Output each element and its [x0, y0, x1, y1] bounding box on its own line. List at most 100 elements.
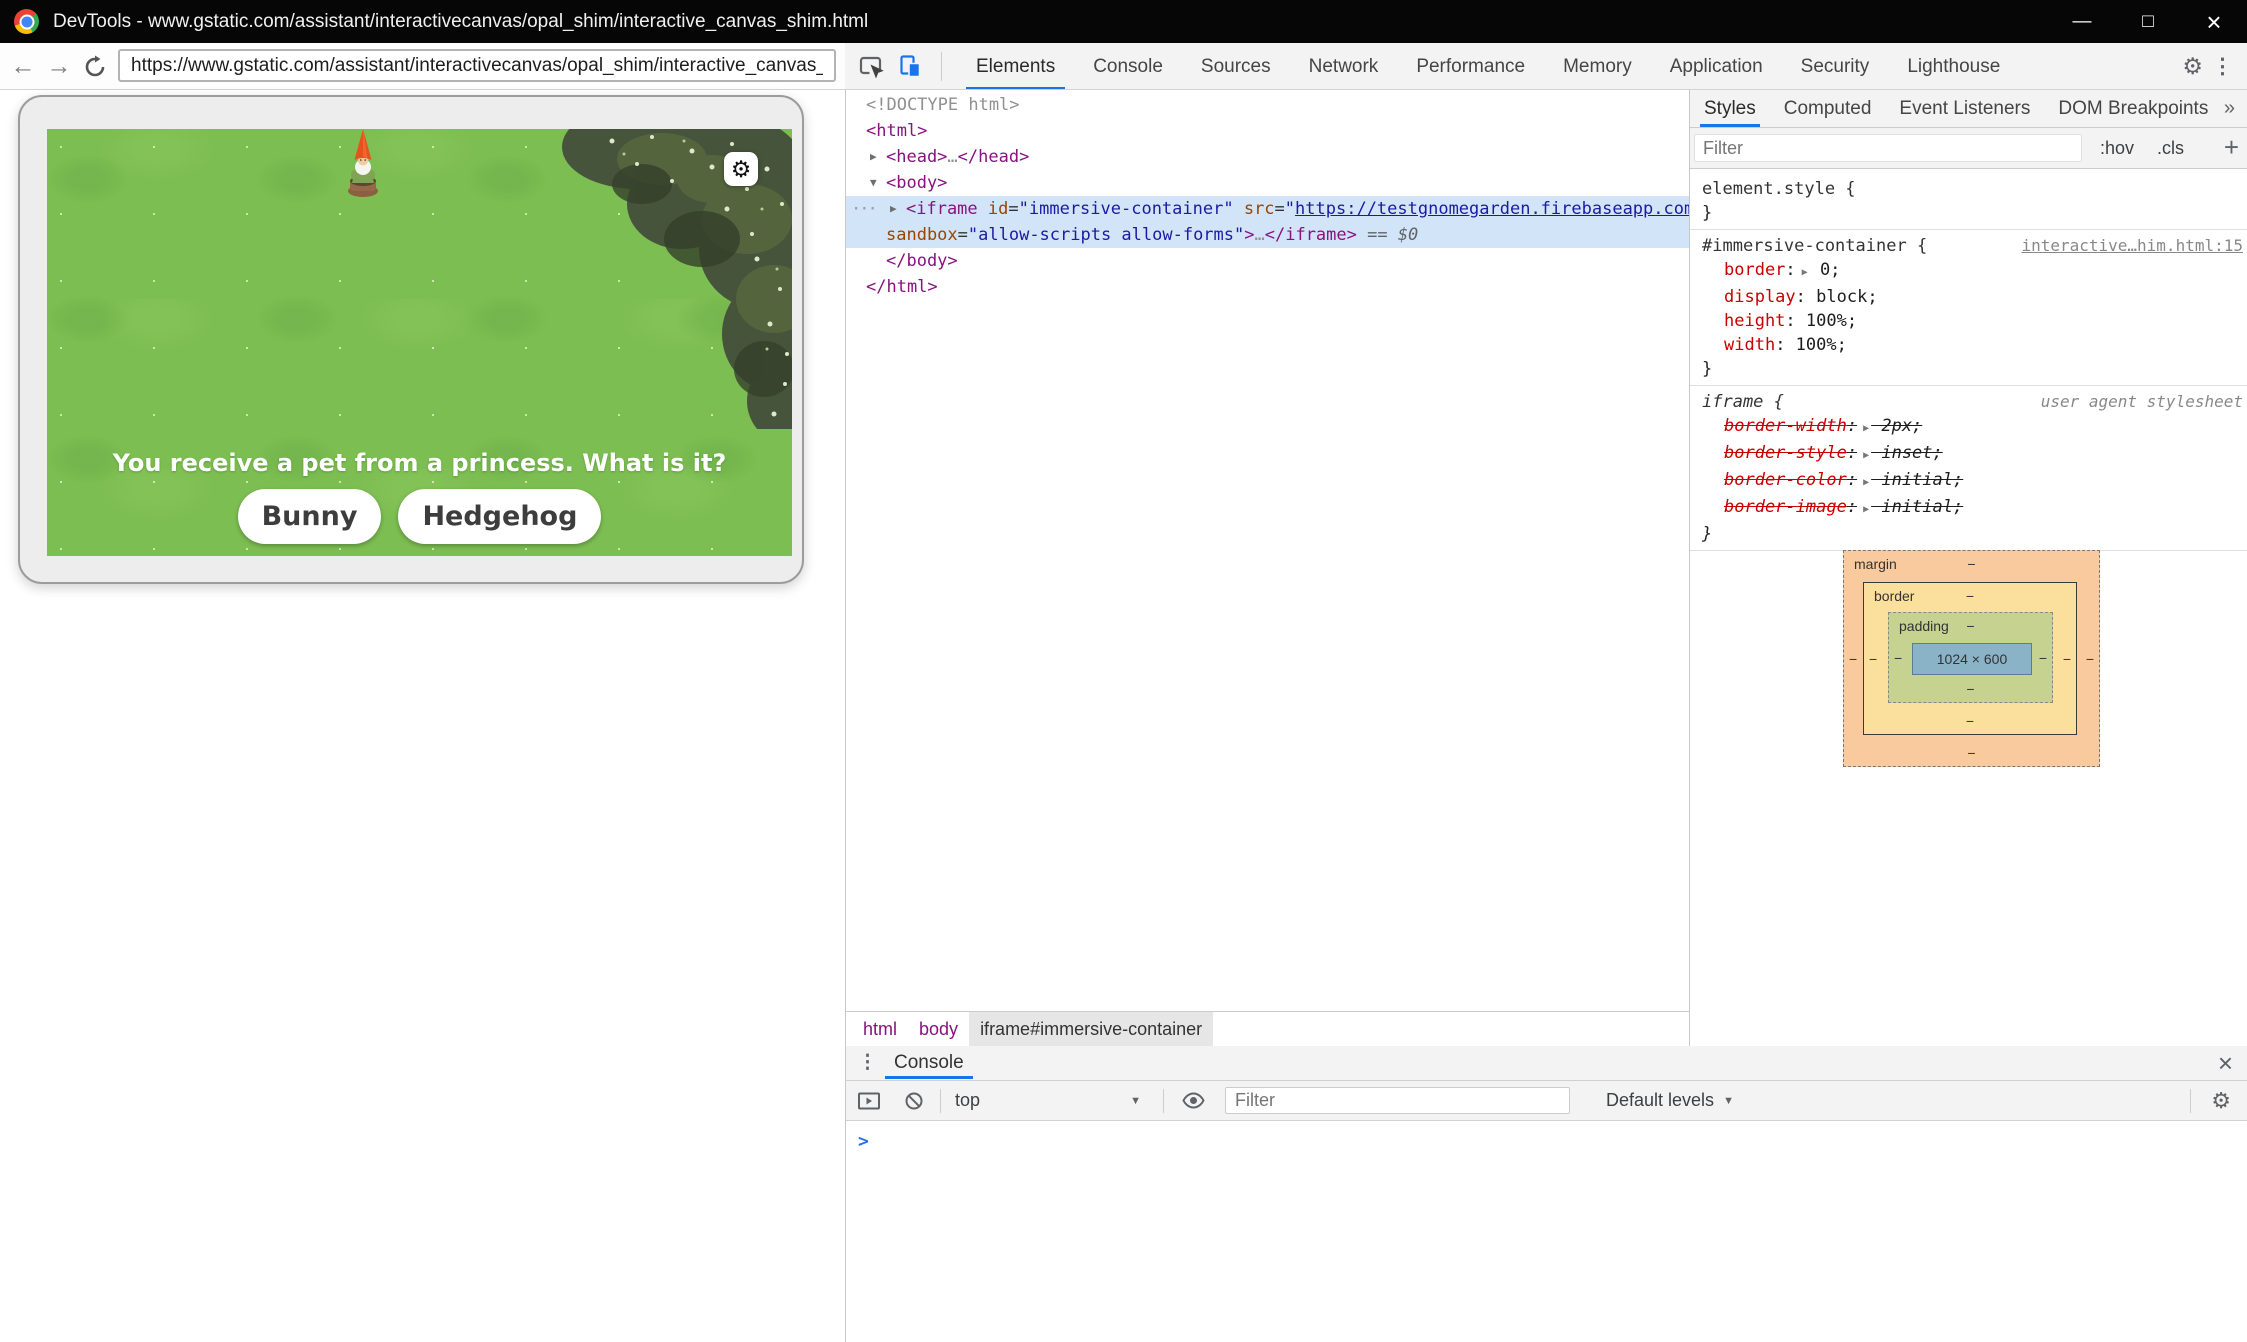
game-settings-button[interactable]: ⚙: [724, 152, 758, 186]
dom-tree-node[interactable]: </body>: [846, 248, 1689, 274]
border-left-value[interactable]: −: [1869, 651, 1877, 667]
rule-source-link[interactable]: user agent stylesheet: [2041, 390, 2243, 414]
toggle-device-toolbar-icon[interactable]: [897, 43, 924, 90]
console-settings-icon[interactable]: ⚙: [2211, 1081, 2231, 1120]
tab-performance[interactable]: Performance: [1397, 43, 1544, 90]
expand-icon[interactable]: ▶: [1863, 450, 1869, 461]
collapse-icon[interactable]: ▼: [870, 170, 877, 196]
drawer-menu-icon[interactable]: ⋮: [858, 1046, 877, 1080]
dom-tree-node[interactable]: ···▶<iframe id="immersive-container" src…: [846, 196, 1689, 222]
show-console-sidebar-icon[interactable]: [858, 1092, 880, 1110]
node-overflow-icon[interactable]: ···: [851, 196, 876, 222]
browser-toolbar: ← →: [0, 43, 845, 90]
close-drawer-icon[interactable]: ×: [2218, 1046, 2233, 1080]
tab-security[interactable]: Security: [1782, 43, 1889, 90]
styles-tab-bar: StylesComputedEvent ListenersDOM Breakpo…: [1690, 90, 2247, 128]
bunny-button[interactable]: Bunny: [238, 489, 382, 544]
page-devtools-divider[interactable]: [845, 90, 846, 1342]
expand-icon[interactable]: ▶: [1863, 477, 1869, 488]
margin-top-value[interactable]: −: [1844, 556, 2099, 572]
toggle-element-classes-button[interactable]: .cls: [2157, 128, 2184, 168]
tab-sources[interactable]: Sources: [1182, 43, 1290, 90]
dom-tree-node[interactable]: <!DOCTYPE html>: [846, 92, 1689, 118]
console-drawer-tab[interactable]: Console: [894, 1046, 964, 1079]
margin-left-value[interactable]: −: [1849, 651, 1857, 667]
dom-tree-node[interactable]: </html>: [846, 274, 1689, 300]
css-property[interactable]: border-image:▶ initial;: [1702, 495, 2235, 522]
maximize-button[interactable]: □: [2115, 11, 2181, 33]
expand-icon[interactable]: ▶: [1802, 267, 1808, 278]
css-property[interactable]: border-style:▶ inset;: [1702, 441, 2235, 468]
border-top-value[interactable]: −: [1864, 588, 2076, 604]
breadcrumb-body[interactable]: body: [908, 1012, 969, 1046]
css-property[interactable]: border:▶ 0;: [1702, 258, 2235, 285]
console-toolbar-divider: [1163, 1089, 1164, 1113]
css-property[interactable]: width: 100%;: [1702, 333, 2235, 357]
box-model-border[interactable]: border − − − − padding − − − − 1024 × 60…: [1863, 582, 2077, 735]
tab-styles[interactable]: Styles: [1690, 90, 1770, 127]
back-icon[interactable]: ←: [8, 43, 38, 90]
tab-computed[interactable]: Computed: [1770, 90, 1886, 127]
border-right-value[interactable]: −: [2063, 651, 2071, 667]
expand-icon[interactable]: ▶: [890, 196, 897, 222]
log-levels-dropdown[interactable]: Default levels ▼: [1606, 1090, 1734, 1111]
expand-icon[interactable]: ▶: [870, 144, 877, 170]
css-rule[interactable]: iframe {user agent stylesheetborder-widt…: [1690, 386, 2247, 551]
page-viewport: ⚙ You receive a pet from a princess. Wha…: [0, 90, 845, 1342]
tab-memory[interactable]: Memory: [1544, 43, 1651, 90]
hedgehog-button[interactable]: Hedgehog: [398, 489, 601, 544]
box-model-content[interactable]: 1024 × 600: [1912, 643, 2032, 675]
tab-console[interactable]: Console: [1074, 43, 1182, 90]
border-bottom-value[interactable]: −: [1864, 713, 2076, 729]
new-style-rule-button[interactable]: +: [2224, 128, 2239, 166]
padding-left-value[interactable]: −: [1894, 650, 1902, 666]
javascript-context-dropdown[interactable]: top ▼: [955, 1090, 1141, 1111]
tab-dom-breakpoints[interactable]: DOM Breakpoints: [2044, 90, 2222, 127]
expand-icon[interactable]: ▶: [1863, 504, 1869, 515]
dom-tree-node[interactable]: <html>: [846, 118, 1689, 144]
close-window-button[interactable]: ×: [2181, 12, 2247, 32]
tab-network[interactable]: Network: [1290, 43, 1398, 90]
css-rule[interactable]: element.style {}: [1690, 173, 2247, 230]
margin-right-value[interactable]: −: [2086, 651, 2094, 667]
margin-bottom-value[interactable]: −: [1844, 745, 2099, 761]
reload-icon[interactable]: [80, 43, 110, 90]
more-tabs-icon[interactable]: »: [2224, 90, 2235, 127]
styles-filter-input[interactable]: [1694, 134, 2082, 162]
dom-tree-node[interactable]: ▶<head>…</head>: [846, 144, 1689, 170]
css-property[interactable]: border-width:▶ 2px;: [1702, 414, 2235, 441]
dom-tree-node[interactable]: ▼<body>: [846, 170, 1689, 196]
devtools-settings-icon[interactable]: ⚙: [2182, 43, 2203, 90]
console-prompt[interactable]: >: [846, 1121, 2247, 1152]
elements-styles-divider[interactable]: [1689, 90, 1690, 1046]
padding-right-value[interactable]: −: [2039, 650, 2047, 666]
css-property[interactable]: display: block;: [1702, 285, 2235, 309]
tab-elements[interactable]: Elements: [957, 43, 1074, 90]
box-model-padding[interactable]: padding − − − − 1024 × 600: [1888, 612, 2053, 703]
rule-source-link[interactable]: interactive…him.html:15: [2021, 234, 2243, 258]
minimize-button[interactable]: —: [2049, 11, 2115, 33]
toggle-pseudo-classes-button[interactable]: :hov: [2100, 128, 2134, 168]
breadcrumb-iframe-immersive-container[interactable]: iframe#immersive-container: [969, 1012, 1213, 1046]
padding-bottom-value[interactable]: −: [1889, 681, 2052, 697]
url-input[interactable]: [118, 49, 836, 82]
devtools-menu-icon[interactable]: ⋮: [2212, 43, 2233, 90]
breadcrumb-html[interactable]: html: [852, 1012, 908, 1046]
toolbar-divider: [941, 52, 942, 81]
inspect-element-icon[interactable]: [857, 43, 884, 90]
css-property[interactable]: height: 100%;: [1702, 309, 2235, 333]
tab-event-listeners[interactable]: Event Listeners: [1885, 90, 2044, 127]
console-filter-input[interactable]: [1225, 1087, 1570, 1114]
css-property[interactable]: border-color:▶ initial;: [1702, 468, 2235, 495]
game-canvas[interactable]: ⚙ You receive a pet from a princess. Wha…: [47, 129, 792, 556]
css-rule[interactable]: #immersive-container {interactive…him.ht…: [1690, 230, 2247, 386]
clear-console-icon[interactable]: [904, 1091, 924, 1111]
padding-top-value[interactable]: −: [1889, 618, 2052, 634]
live-expression-eye-icon[interactable]: [1182, 1092, 1205, 1109]
dom-tree-node[interactable]: sandbox="allow-scripts allow-forms">…</i…: [846, 222, 1689, 248]
tab-application[interactable]: Application: [1651, 43, 1782, 90]
tab-lighthouse[interactable]: Lighthouse: [1888, 43, 2019, 90]
box-model-margin[interactable]: margin − − − − border − − − − padding − …: [1843, 550, 2100, 767]
expand-icon[interactable]: ▶: [1863, 423, 1869, 434]
forward-icon[interactable]: →: [44, 43, 74, 90]
